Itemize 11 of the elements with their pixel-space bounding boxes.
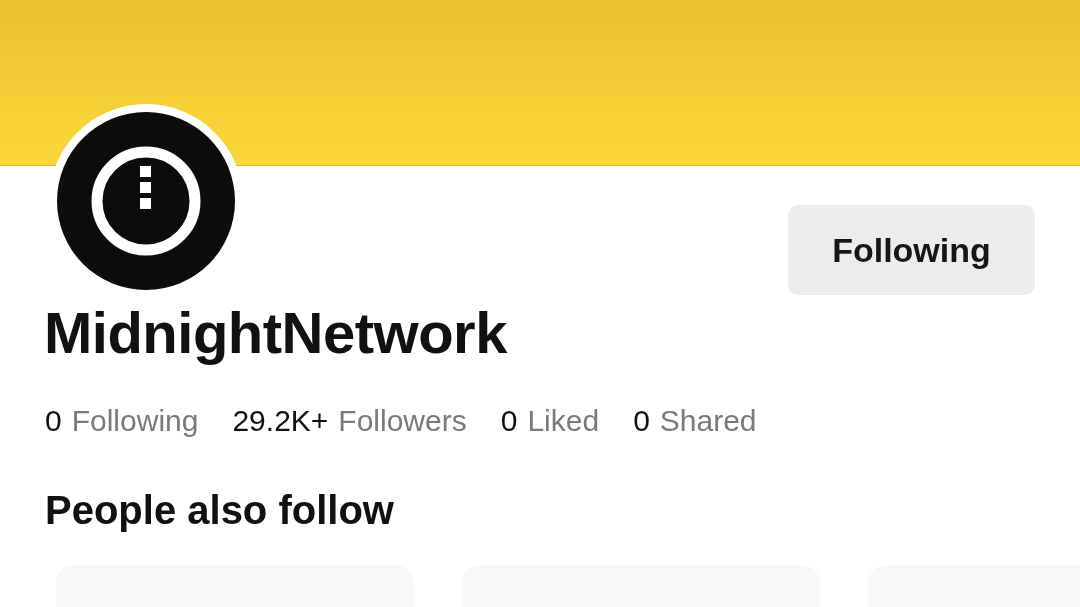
profile-name: MidnightNetwork [44,299,509,367]
stat-count: 0 [500,403,518,439]
following-button[interactable]: Following [788,205,1035,295]
stat-label[interactable]: Following [71,401,199,441]
stat-label[interactable]: Liked [527,401,600,441]
stat-count: 0 [45,403,62,439]
stat-label[interactable]: Followers [338,401,467,441]
section-title: People also follow [45,487,395,534]
stat-label[interactable]: Shared [659,401,757,441]
stat-count: 0 [633,403,650,439]
stat-count: 29.2K+ [232,403,329,439]
